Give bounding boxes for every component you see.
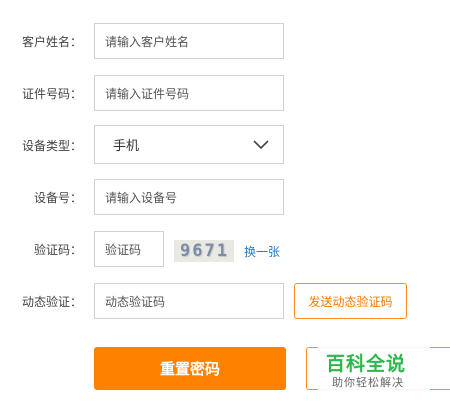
captcha-image[interactable]: 9671 [174,240,234,262]
sms-verify-label: 动态验证： [21,295,82,309]
watermark-subtitle: 助你轻松解决 [332,376,404,389]
customer-name-label: 客户姓名： [21,35,82,49]
id-number-placeholder: 请输入证件号码 [105,86,190,101]
device-number-input[interactable]: 请输入设备号 [94,179,284,215]
sms-code-placeholder: 动态验证码 [105,294,166,309]
sms-code-input[interactable]: 动态验证码 [94,283,284,319]
reset-password-button[interactable]: 重置密码 [94,347,286,390]
captcha-input[interactable]: 验证码 [94,231,164,267]
chevron-down-icon [253,140,269,150]
device-type-label: 设备类型： [21,139,82,153]
watermark-title: 百科全说 [326,353,407,375]
id-number-input[interactable]: 请输入证件号码 [94,75,284,111]
customer-name-input[interactable]: 请输入客户姓名 [94,23,284,59]
device-number-label: 设备号： [33,191,82,205]
send-sms-code-button[interactable]: 发送动态验证码 [294,283,407,319]
device-number-placeholder: 请输入设备号 [105,190,178,205]
id-number-label: 证件号码： [21,87,82,101]
watermark: 百科全说 助你轻松解决 [318,347,430,393]
captcha-image-text: 9671 [180,241,229,261]
device-type-select[interactable]: 手机 [94,125,284,164]
refresh-captcha-link[interactable]: 换一张 [244,243,280,260]
captcha-label: 验证码： [33,243,82,257]
device-type-value: 手机 [113,139,140,154]
captcha-placeholder: 验证码 [105,242,142,257]
customer-name-placeholder: 请输入客户姓名 [105,34,190,49]
